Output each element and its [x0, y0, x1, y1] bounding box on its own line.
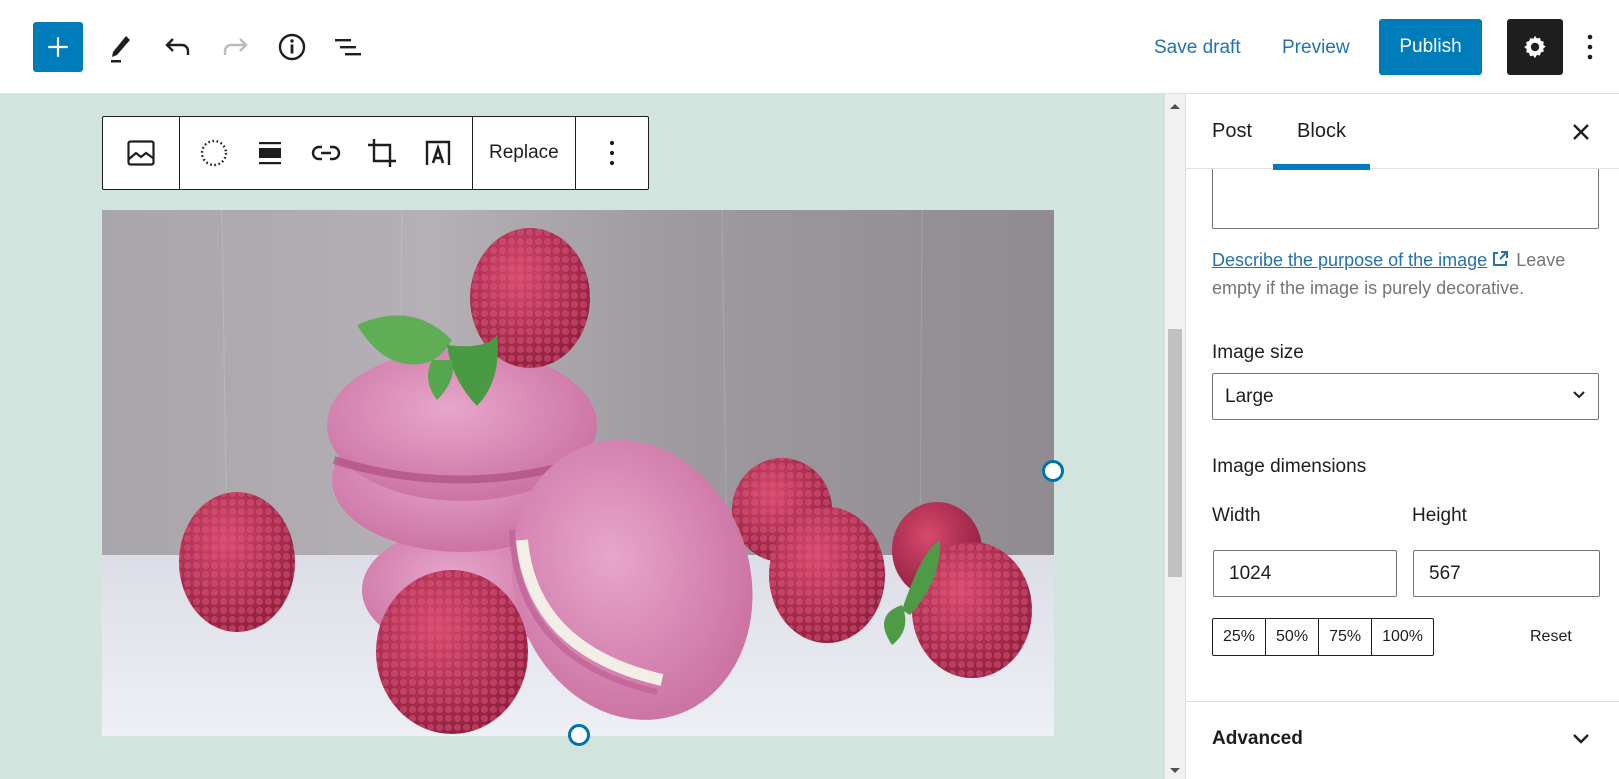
width-input[interactable]: 1024	[1213, 550, 1397, 597]
image-icon	[127, 140, 155, 166]
block-type-button[interactable]	[113, 117, 169, 189]
undo-button[interactable]	[158, 27, 198, 67]
alt-text-help: Describe the purpose of the image Leave …	[1212, 246, 1602, 302]
macarons-photo	[102, 210, 1054, 736]
scrollbar-thumb[interactable]	[1168, 329, 1182, 577]
editor-header: Save draft Preview Publish	[0, 0, 1619, 94]
more-vertical-icon	[1587, 34, 1593, 60]
scale-100-button[interactable]: 100%	[1372, 619, 1433, 655]
scroll-up-arrow-icon[interactable]	[1170, 104, 1180, 109]
scale-50-button[interactable]: 50%	[1266, 619, 1320, 655]
close-sidebar-button[interactable]	[1561, 112, 1601, 152]
list-view-button[interactable]	[328, 27, 368, 67]
redo-button[interactable]	[215, 27, 255, 67]
crop-icon	[368, 139, 396, 167]
pencil-icon	[111, 36, 130, 63]
scale-button-group: 25% 50% 75% 100%	[1212, 618, 1435, 656]
canvas-scrollbar[interactable]	[1165, 94, 1185, 779]
close-icon	[1573, 124, 1589, 140]
advanced-label: Advanced	[1212, 728, 1303, 749]
more-vertical-icon	[609, 140, 614, 166]
settings-button[interactable]	[1507, 19, 1563, 75]
preview-button[interactable]: Preview	[1282, 30, 1350, 66]
tab-post[interactable]: Post	[1210, 94, 1254, 169]
tab-block[interactable]: Block	[1273, 94, 1370, 170]
scroll-down-arrow-icon[interactable]	[1170, 768, 1180, 773]
block-inserter-button[interactable]	[33, 22, 83, 72]
chevron-down-icon	[1573, 734, 1589, 744]
reset-dimensions-button[interactable]: Reset	[1530, 618, 1572, 656]
link-icon	[311, 145, 341, 161]
scale-75-button[interactable]: 75%	[1319, 619, 1373, 655]
link-button[interactable]	[298, 117, 354, 189]
height-input[interactable]: 567	[1413, 550, 1600, 597]
align-button[interactable]	[242, 117, 298, 189]
info-icon	[278, 33, 306, 61]
settings-sidebar: Post Block Describe the purpose of the i…	[1185, 94, 1619, 779]
undo-icon	[165, 38, 190, 55]
plus-icon	[48, 37, 68, 57]
block-toolbar: Replace	[102, 116, 649, 190]
list-view-icon	[335, 39, 361, 56]
replace-button[interactable]: Replace	[473, 117, 575, 189]
redo-icon	[223, 38, 248, 55]
chevron-down-icon	[1573, 391, 1585, 399]
options-menu-button[interactable]	[1578, 27, 1602, 67]
image-size-value: Large	[1225, 385, 1274, 407]
editor-canvas: Replace	[0, 94, 1165, 779]
gear-icon	[1524, 35, 1546, 59]
image-size-label: Image size	[1212, 342, 1304, 363]
align-icon	[259, 142, 281, 165]
advanced-panel-toggle[interactable]: Advanced	[1186, 702, 1619, 779]
block-options-button[interactable]	[584, 117, 640, 189]
sidebar-tabs: Post Block	[1186, 94, 1619, 170]
duotone-icon	[200, 139, 228, 167]
resize-handle-right[interactable]	[1042, 460, 1064, 482]
text-overlay-button[interactable]	[410, 117, 466, 189]
edit-mode-button[interactable]	[100, 27, 140, 67]
resize-handle-bottom[interactable]	[568, 724, 590, 746]
duotone-button[interactable]	[186, 117, 242, 189]
image-dimensions-label: Image dimensions	[1212, 456, 1367, 477]
width-label: Width	[1212, 505, 1261, 526]
details-button[interactable]	[272, 27, 312, 67]
describe-purpose-link[interactable]: Describe the purpose of the image	[1212, 250, 1487, 270]
image-size-select[interactable]: Large	[1212, 373, 1599, 420]
image-block[interactable]	[102, 210, 1054, 736]
scale-25-button[interactable]: 25%	[1213, 619, 1267, 655]
height-label: Height	[1412, 505, 1467, 526]
crop-button[interactable]	[354, 117, 410, 189]
publish-button[interactable]: Publish	[1379, 19, 1482, 75]
external-link-icon	[1493, 251, 1509, 266]
text-overlay-icon	[425, 140, 451, 165]
save-draft-button[interactable]: Save draft	[1154, 30, 1241, 66]
